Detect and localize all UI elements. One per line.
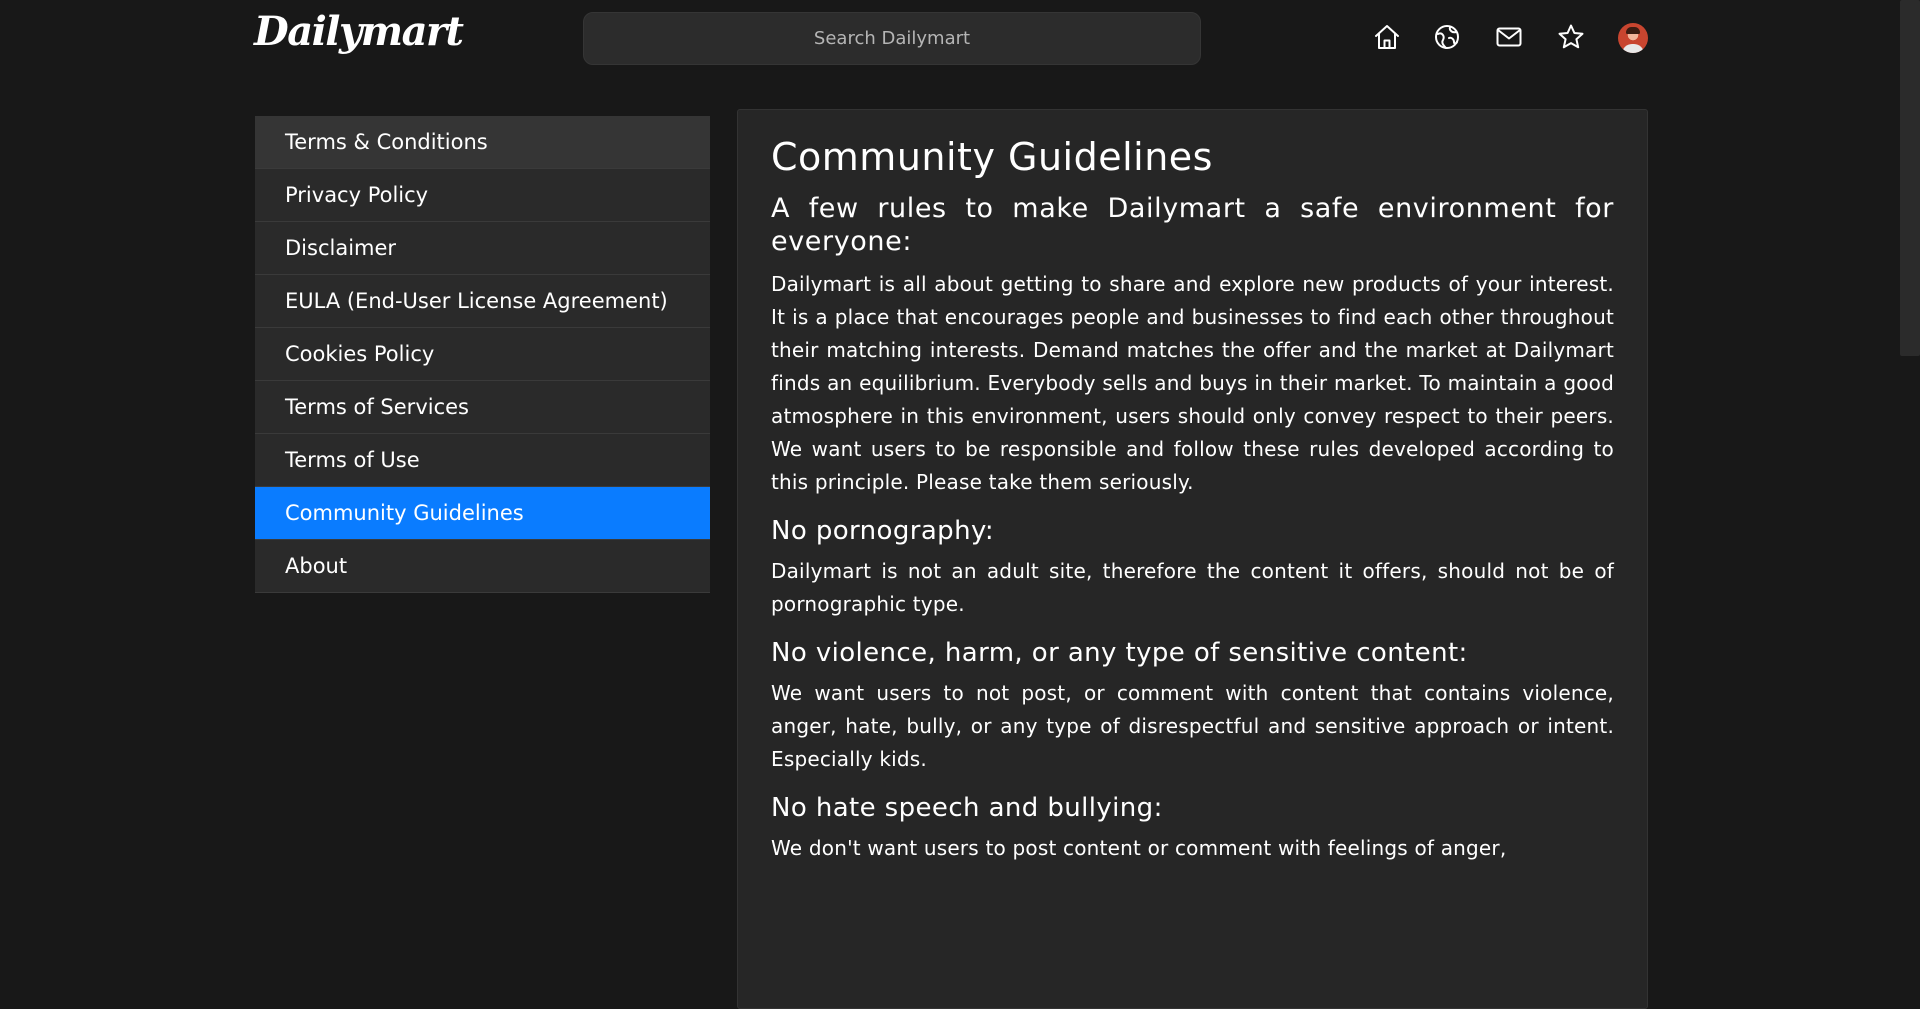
page-scrollbar[interactable] bbox=[1900, 0, 1920, 940]
sidebar-item-disclaimer[interactable]: Disclaimer bbox=[255, 222, 710, 275]
sidebar-item-community-guidelines[interactable]: Community Guidelines bbox=[255, 487, 710, 540]
section-text: We want users to not post, or comment wi… bbox=[771, 681, 1614, 771]
section-heading: No violence, harm, or any type of sensit… bbox=[771, 638, 1468, 668]
avatar-hair bbox=[1626, 27, 1640, 34]
legal-sidebar: Terms & Conditions Privacy Policy Discla… bbox=[255, 116, 710, 593]
sidebar-item-about[interactable]: About bbox=[255, 540, 710, 592]
page-title: Community Guidelines bbox=[771, 135, 1213, 179]
sidebar-item-eula[interactable]: EULA (End-User License Agreement) bbox=[255, 275, 710, 328]
explore-icon[interactable] bbox=[1430, 20, 1464, 54]
section-text: Dailymart is not an adult site, therefor… bbox=[771, 559, 1614, 616]
lead-heading: A few rules to make Dailymart a safe env… bbox=[771, 193, 1614, 257]
section-text: We don't want users to post content or c… bbox=[771, 836, 1507, 860]
search-input[interactable] bbox=[584, 13, 1200, 64]
guidelines-content-panel: Community Guidelines A few rules to make… bbox=[737, 109, 1648, 1009]
dailymart-logo[interactable]: Dailymart bbox=[254, 6, 464, 58]
sidebar-item-cookies-policy[interactable]: Cookies Policy bbox=[255, 328, 710, 381]
sidebar-item-privacy-policy[interactable]: Privacy Policy bbox=[255, 169, 710, 222]
sidebar-item-terms-of-services[interactable]: Terms of Services bbox=[255, 381, 710, 434]
user-avatar[interactable] bbox=[1618, 23, 1648, 53]
top-header: Dailymart bbox=[0, 0, 1920, 76]
home-icon[interactable] bbox=[1370, 20, 1404, 54]
scrollbar-thumb[interactable] bbox=[1900, 0, 1920, 356]
mail-icon[interactable] bbox=[1492, 20, 1526, 54]
section-heading: No hate speech and bullying: bbox=[771, 793, 1163, 823]
sidebar-item-terms-of-use[interactable]: Terms of Use bbox=[255, 434, 710, 487]
lead-paragraph: Dailymart is all about getting to share … bbox=[771, 272, 1614, 494]
section-heading: No pornography: bbox=[771, 516, 995, 546]
sidebar-item-terms-conditions[interactable]: Terms & Conditions bbox=[255, 116, 710, 169]
search-bar[interactable] bbox=[583, 12, 1201, 65]
star-icon[interactable] bbox=[1554, 20, 1588, 54]
avatar-shirt bbox=[1622, 44, 1644, 53]
